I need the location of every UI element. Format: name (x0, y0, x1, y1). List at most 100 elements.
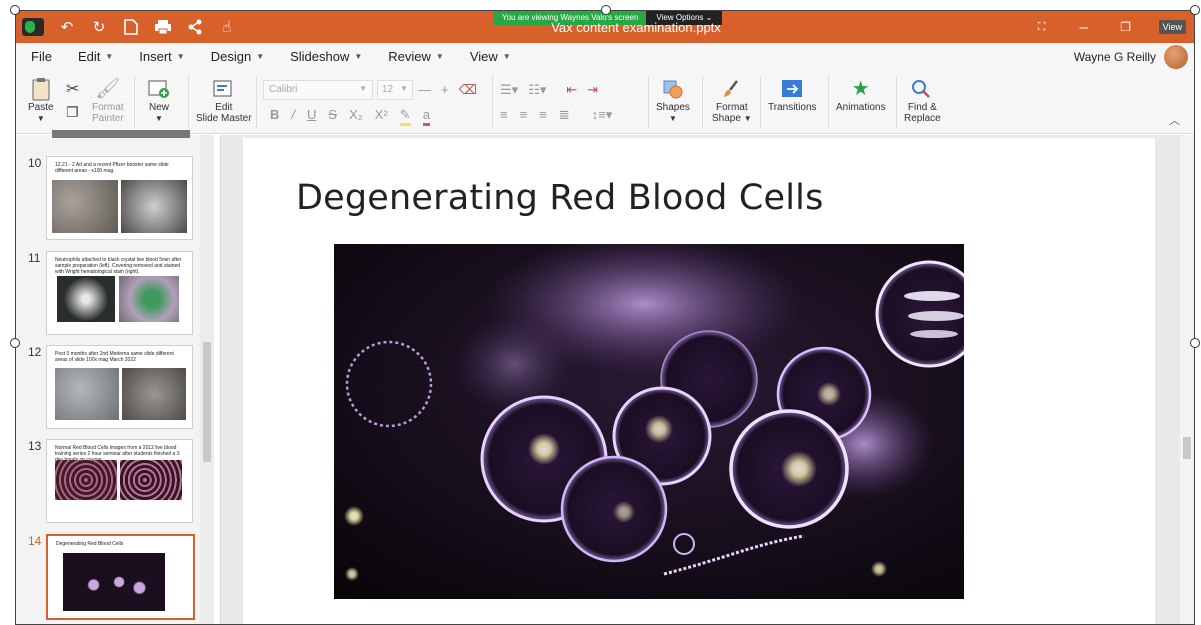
slide-number: 12 (28, 345, 42, 359)
slide-thumbnail-14[interactable]: Degenerating Red Blood Cells (46, 534, 195, 620)
menu-edit[interactable]: Edit ▼ (78, 49, 113, 64)
blood-cells-micrograph[interactable] (334, 244, 964, 599)
menu-review-label: Review (388, 49, 431, 64)
menu-design[interactable]: Design ▼ (211, 49, 264, 64)
new-document-icon[interactable] (122, 18, 140, 36)
slide-number: 10 (28, 156, 42, 170)
ribbon-divider (760, 76, 761, 128)
clear-format-icon[interactable]: ⌫ (459, 82, 477, 98)
slide-thumbnail-title: Degenerating Red Blood Cells (56, 541, 124, 547)
slide-title[interactable]: Degenerating Red Blood Cells (296, 178, 824, 218)
find-replace-button[interactable]: Find & Replace (904, 76, 941, 124)
resize-handle-top[interactable] (601, 5, 611, 15)
share-icon[interactable] (186, 18, 204, 36)
app-logo-icon[interactable] (22, 18, 44, 36)
slide-thumbnail-image (52, 180, 118, 233)
thumbnail-scrollbar-thumb[interactable] (203, 342, 211, 462)
align-center-icon[interactable]: ≡ (520, 107, 528, 123)
menu-review[interactable]: Review ▼ (388, 49, 444, 64)
format-painter-label-1: Format (92, 102, 124, 113)
font-color-icon[interactable]: a (422, 107, 430, 126)
cut-button[interactable]: ✂ (66, 80, 79, 98)
bold-icon[interactable]: B (270, 107, 279, 126)
new-slide-label: New (148, 102, 169, 113)
resize-handle-right[interactable] (1190, 338, 1200, 348)
collapse-ribbon-icon[interactable]: ︿ (1169, 112, 1180, 128)
ribbon-divider (134, 76, 135, 128)
resize-handle-top-left[interactable] (10, 5, 20, 15)
resize-handle-top-right[interactable] (1190, 5, 1200, 15)
increase-indent-icon[interactable]: ⇥ (587, 82, 598, 98)
user-name[interactable]: Wayne G Reilly (1074, 50, 1156, 64)
ribbon-divider (256, 76, 257, 128)
animations-button[interactable]: ★ Animations (836, 76, 886, 114)
touch-mode-icon[interactable]: ☝ (218, 18, 236, 36)
transitions-button[interactable]: Transitions (768, 76, 817, 113)
chevron-down-icon: ▼ (155, 114, 163, 123)
redo-icon[interactable]: ↻ (90, 18, 108, 36)
line-spacing-icon[interactable]: ↕≡▾ (592, 107, 613, 123)
font-name-select[interactable]: Calibri ▼ (263, 80, 373, 100)
format-shape-button[interactable]: Format Shape ▼ (712, 76, 752, 124)
transitions-label: Transitions (768, 102, 817, 113)
avatar[interactable] (1164, 45, 1188, 69)
undo-icon[interactable]: ↶ (58, 18, 76, 36)
animations-label: Animations (836, 102, 886, 113)
slide-thumbnail-10[interactable]: 12.21 - 2 Ad and a recent Pfizer booster… (46, 156, 193, 240)
ribbon-divider (492, 76, 493, 128)
paintbrush-icon (722, 76, 742, 102)
slide-thumbnail-11[interactable]: Neutrophils attached to black crystal li… (46, 251, 193, 335)
slide-9-thumbnail-partial[interactable] (52, 130, 190, 138)
numbering-icon[interactable]: ☷▾ (528, 82, 546, 98)
font-size-controls: — + ⌫ (418, 82, 477, 98)
resize-handle-left[interactable] (10, 338, 20, 348)
decrease-font-icon[interactable]: — (418, 82, 431, 98)
align-left-icon[interactable]: ≡ (500, 107, 508, 123)
italic-icon[interactable]: / (291, 107, 295, 126)
magnifier-icon (911, 76, 933, 102)
strikethrough-icon[interactable]: S (328, 107, 337, 126)
menu-slideshow[interactable]: Slideshow ▼ (290, 49, 362, 64)
new-slide-button[interactable]: New ▼ (148, 76, 170, 124)
slide-thumbnail-13[interactable]: Normal Red Blood Cells images from a 201… (46, 439, 193, 523)
shapes-label: Shapes (656, 102, 690, 113)
align-right-icon[interactable]: ≡ (539, 107, 547, 123)
chevron-down-icon: ▼ (669, 114, 677, 123)
underline-icon[interactable]: U (307, 107, 316, 126)
menu-view-label: View (469, 49, 498, 64)
copy-button[interactable]: ❐ (66, 104, 79, 120)
star-icon: ★ (851, 77, 870, 100)
slide-vertical-scrollbar[interactable] (1180, 135, 1194, 625)
subscript-icon[interactable]: X₂ (349, 107, 363, 126)
font-size-select[interactable]: 12 ▼ (377, 80, 413, 100)
minimize-icon[interactable]: – (1075, 18, 1093, 36)
justify-icon[interactable]: ≣ (559, 107, 570, 123)
fullscreen-icon[interactable]: ⛶ (1033, 18, 1051, 36)
decrease-indent-icon[interactable]: ⇤ (566, 82, 577, 98)
slide-number: 11 (28, 251, 41, 265)
slide-scrollbar-thumb[interactable] (1183, 437, 1191, 459)
print-icon[interactable] (154, 18, 172, 36)
menu-insert[interactable]: Insert ▼ (139, 49, 184, 64)
chevron-down-icon: ▼ (359, 84, 367, 93)
menu-view[interactable]: View ▼ (470, 49, 511, 64)
chevron-down-icon: ▼ (354, 52, 363, 61)
view-button[interactable]: View (1158, 20, 1186, 34)
list-controls: ☰▾ ☷▾ ⇤ ⇥ (500, 82, 598, 98)
menu-file[interactable]: File (31, 49, 52, 64)
format-painter-button[interactable]: 🖌 Format Painter (92, 76, 124, 125)
highlight-icon[interactable]: ✎ (399, 107, 411, 126)
bullets-icon[interactable]: ☰▾ (500, 82, 518, 98)
edit-slide-master-button[interactable]: Edit Slide Master (196, 76, 252, 124)
superscript-icon[interactable]: X² (375, 107, 388, 126)
restore-icon[interactable]: ❐ (1117, 18, 1135, 36)
title-bar: ↶ ↻ ☝ You are viewing Waynes Valo's scre… (16, 11, 1194, 43)
paste-button[interactable]: Paste ▼ (28, 76, 54, 124)
copy-icon: ❐ (66, 103, 79, 120)
ribbon-divider (702, 76, 703, 128)
ribbon-divider (896, 76, 897, 128)
shapes-button[interactable]: Shapes ▼ (656, 76, 690, 124)
increase-font-icon[interactable]: + (441, 82, 449, 98)
slide-thumbnail-12[interactable]: Post 3 months after 2nd Moderna same sli… (46, 345, 193, 429)
edit-master-label-1: Edit (215, 102, 233, 113)
